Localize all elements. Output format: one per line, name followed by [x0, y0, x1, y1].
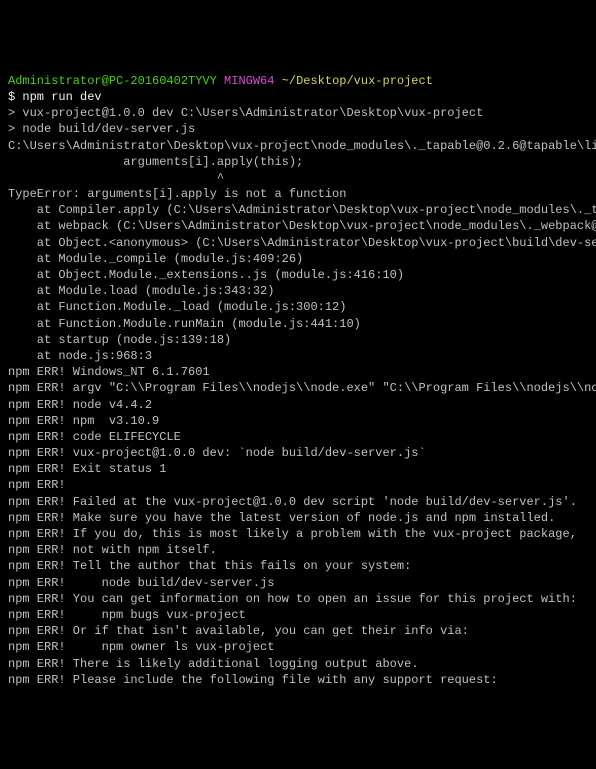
- output-line: at Object.<anonymous> (C:\Users\Administ…: [8, 235, 588, 251]
- output-line: arguments[i].apply(this);: [8, 154, 588, 170]
- output-line: npm ERR! code ELIFECYCLE: [8, 429, 588, 445]
- output-line: npm ERR! npm bugs vux-project: [8, 607, 588, 623]
- output-line: at startup (node.js:139:18): [8, 332, 588, 348]
- output-line: npm ERR! Exit status 1: [8, 461, 588, 477]
- command-line[interactable]: $ npm run dev: [8, 89, 588, 105]
- output-line: ^: [8, 170, 588, 186]
- prompt-env: MINGW64: [224, 74, 274, 88]
- output-line: npm ERR! node build/dev-server.js: [8, 575, 588, 591]
- output-line: npm ERR! If you do, this is most likely …: [8, 526, 588, 542]
- output-line: npm ERR! Make sure you have the latest v…: [8, 510, 588, 526]
- output-line: npm ERR! node v4.4.2: [8, 397, 588, 413]
- output-line: npm ERR! not with npm itself.: [8, 542, 588, 558]
- output-line: C:\Users\Administrator\Desktop\vux-proje…: [8, 138, 588, 154]
- output-line: at Function.Module._load (module.js:300:…: [8, 299, 588, 315]
- output-line: > vux-project@1.0.0 dev C:\Users\Adminis…: [8, 105, 588, 121]
- output-line: npm ERR! Failed at the vux-project@1.0.0…: [8, 494, 588, 510]
- output-line: npm ERR! You can get information on how …: [8, 591, 588, 607]
- output-line: npm ERR! vux-project@1.0.0 dev: `node bu…: [8, 445, 588, 461]
- output-line: at Object.Module._extensions..js (module…: [8, 267, 588, 283]
- output-line: at Function.Module.runMain (module.js:44…: [8, 316, 588, 332]
- output-line: npm ERR! Or if that isn't available, you…: [8, 623, 588, 639]
- output-line: npm ERR! npm v3.10.9: [8, 413, 588, 429]
- prompt-user: Administrator@PC-20160402TYVY: [8, 74, 217, 88]
- output-line: at Compiler.apply (C:\Users\Administrato…: [8, 202, 588, 218]
- output-line: npm ERR! There is likely additional logg…: [8, 656, 588, 672]
- terminal-output: > vux-project@1.0.0 dev C:\Users\Adminis…: [8, 105, 588, 688]
- output-line: npm ERR!: [8, 477, 588, 493]
- output-line: at Module.load (module.js:343:32): [8, 283, 588, 299]
- output-line: npm ERR! Windows_NT 6.1.7601: [8, 364, 588, 380]
- output-line: > node build/dev-server.js: [8, 121, 588, 137]
- output-line: npm ERR! argv "C:\\Program Files\\nodejs…: [8, 380, 588, 396]
- output-line: npm ERR! npm owner ls vux-project: [8, 639, 588, 655]
- output-line: at Module._compile (module.js:409:26): [8, 251, 588, 267]
- output-line: at node.js:968:3: [8, 348, 588, 364]
- prompt-path: ~/Desktop/vux-project: [282, 74, 433, 88]
- output-line: TypeError: arguments[i].apply is not a f…: [8, 186, 588, 202]
- output-line: npm ERR! Tell the author that this fails…: [8, 558, 588, 574]
- prompt-line: Administrator@PC-20160402TYVY MINGW64 ~/…: [8, 73, 588, 89]
- output-line: npm ERR! Please include the following fi…: [8, 672, 588, 688]
- output-line: at webpack (C:\Users\Administrator\Deskt…: [8, 218, 588, 234]
